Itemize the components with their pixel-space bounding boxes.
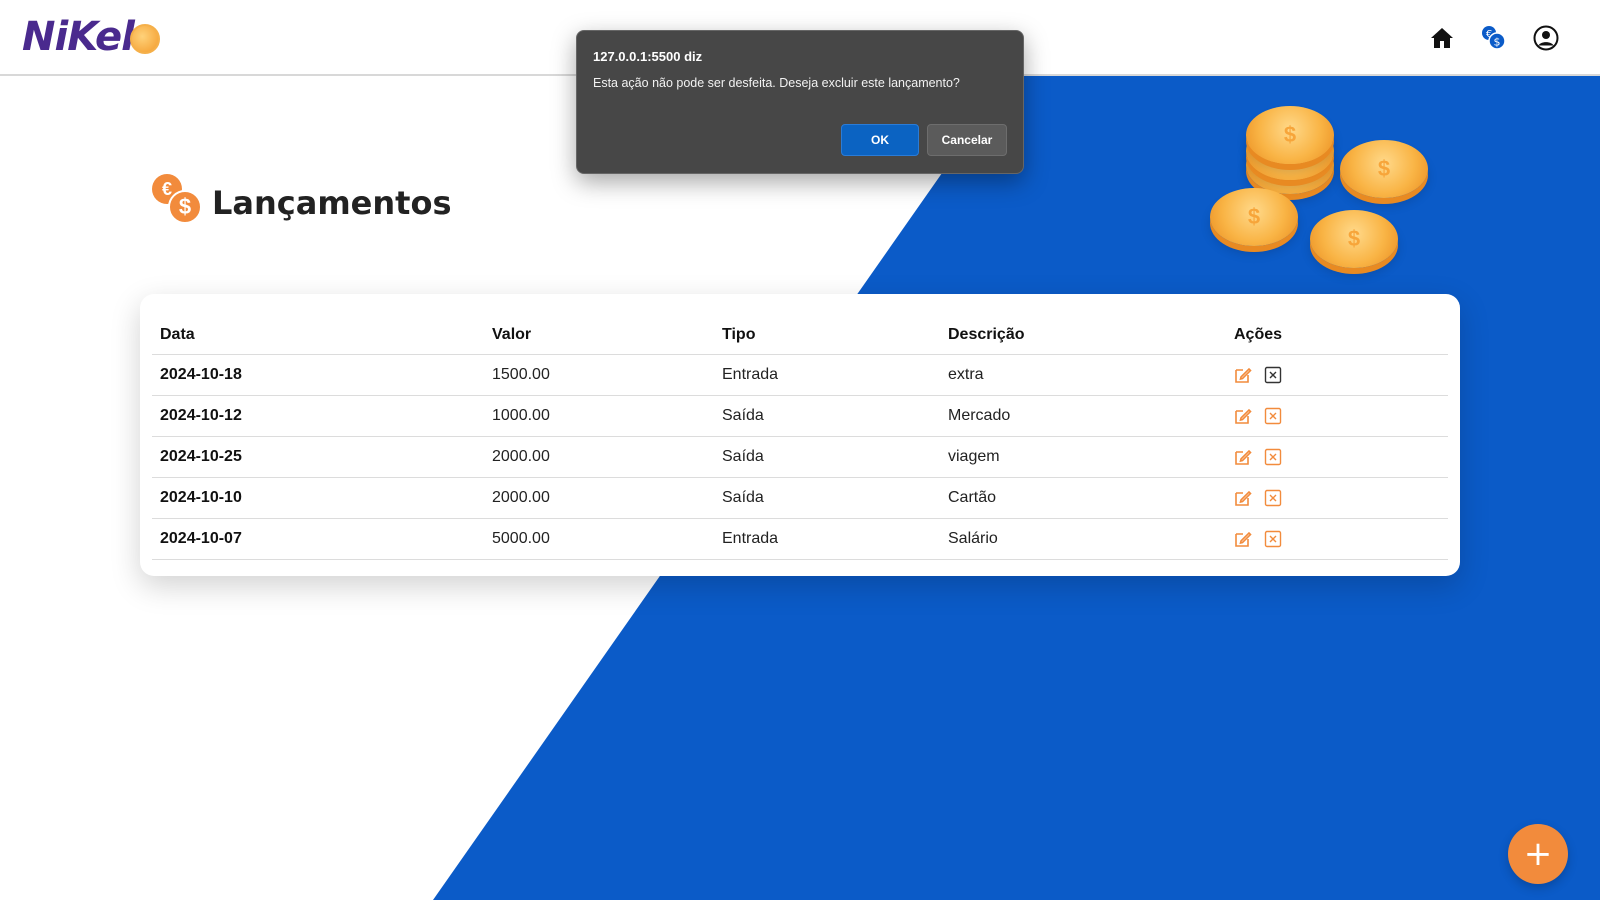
dialog-buttons: OK Cancelar — [841, 124, 1007, 156]
table-header-row: Data Valor Tipo Descrição Ações — [152, 314, 1448, 355]
logo[interactable]: NiKel — [22, 14, 160, 60]
table-row: 2024-10-10 2000.00 Saída Cartão — [152, 477, 1448, 519]
delete-icon[interactable] — [1264, 489, 1282, 507]
user-icon[interactable] — [1532, 24, 1560, 52]
cell-valor: 2000.00 — [484, 477, 714, 519]
edit-icon[interactable] — [1234, 530, 1252, 548]
table-row: 2024-10-07 5000.00 Entrada Salário — [152, 518, 1448, 560]
cell-acoes — [1226, 395, 1448, 437]
cell-descricao: extra — [940, 354, 1226, 396]
cell-descricao: Cartão — [940, 477, 1226, 519]
entries-table-card: Data Valor Tipo Descrição Ações 2024-10-… — [140, 294, 1460, 576]
cell-data: 2024-10-10 — [152, 477, 484, 519]
currency-icon[interactable]: € $ — [1480, 24, 1508, 52]
header-tipo: Tipo — [714, 314, 940, 355]
cell-data: 2024-10-25 — [152, 436, 484, 478]
cell-tipo: Saída — [714, 395, 940, 437]
entries-table: Data Valor Tipo Descrição Ações 2024-10-… — [152, 314, 1448, 560]
cell-descricao: viagem — [940, 436, 1226, 478]
cell-acoes — [1226, 436, 1448, 478]
cell-valor: 5000.00 — [484, 518, 714, 560]
edit-icon[interactable] — [1234, 366, 1252, 384]
coins-title-icon: € $ — [150, 172, 204, 226]
header-data: Data — [152, 314, 484, 355]
coins-illustration: $ $ $ $ — [1210, 100, 1450, 280]
add-entry-button[interactable]: + — [1508, 824, 1568, 884]
cell-data: 2024-10-18 — [152, 354, 484, 396]
dialog-title: 127.0.0.1:5500 diz — [593, 49, 703, 64]
logo-text: NiKel — [22, 14, 135, 60]
delete-icon[interactable] — [1264, 448, 1282, 466]
dialog-message: Esta ação não pode ser desfeita. Deseja … — [593, 76, 960, 90]
cell-tipo: Entrada — [714, 518, 940, 560]
table-row: 2024-10-18 1500.00 Entrada extra — [152, 354, 1448, 396]
cell-data: 2024-10-12 — [152, 395, 484, 437]
cell-tipo: Saída — [714, 477, 940, 519]
table-row: 2024-10-25 2000.00 Saída viagem — [152, 436, 1448, 478]
page-title-text: Lançamentos — [212, 184, 452, 222]
edit-icon[interactable] — [1234, 489, 1252, 507]
cell-descricao: Mercado — [940, 395, 1226, 437]
home-icon[interactable] — [1428, 24, 1456, 52]
delete-icon[interactable] — [1264, 530, 1282, 548]
cell-acoes — [1226, 518, 1448, 560]
header-acoes: Ações — [1226, 314, 1448, 355]
cell-valor: 2000.00 — [484, 436, 714, 478]
cell-tipo: Saída — [714, 436, 940, 478]
cell-valor: 1500.00 — [484, 354, 714, 396]
cell-tipo: Entrada — [714, 354, 940, 396]
confirm-dialog: 127.0.0.1:5500 diz Esta ação não pode se… — [576, 30, 1024, 174]
delete-icon[interactable] — [1264, 407, 1282, 425]
header-descricao: Descrição — [940, 314, 1226, 355]
cell-acoes — [1226, 477, 1448, 519]
nav-icons: € $ — [1428, 24, 1560, 52]
header-valor: Valor — [484, 314, 714, 355]
ok-button[interactable]: OK — [841, 124, 919, 156]
cell-data: 2024-10-07 — [152, 518, 484, 560]
edit-icon[interactable] — [1234, 407, 1252, 425]
delete-icon[interactable] — [1264, 366, 1282, 384]
edit-icon[interactable] — [1234, 448, 1252, 466]
cancel-button[interactable]: Cancelar — [927, 124, 1007, 156]
table-row: 2024-10-12 1000.00 Saída Mercado — [152, 395, 1448, 437]
svg-text:$: $ — [1494, 36, 1501, 49]
cell-acoes — [1226, 354, 1448, 396]
page-title: € $ Lançamentos — [150, 172, 451, 226]
cell-valor: 1000.00 — [484, 395, 714, 437]
logo-coin-icon — [129, 24, 160, 54]
cell-descricao: Salário — [940, 518, 1226, 560]
